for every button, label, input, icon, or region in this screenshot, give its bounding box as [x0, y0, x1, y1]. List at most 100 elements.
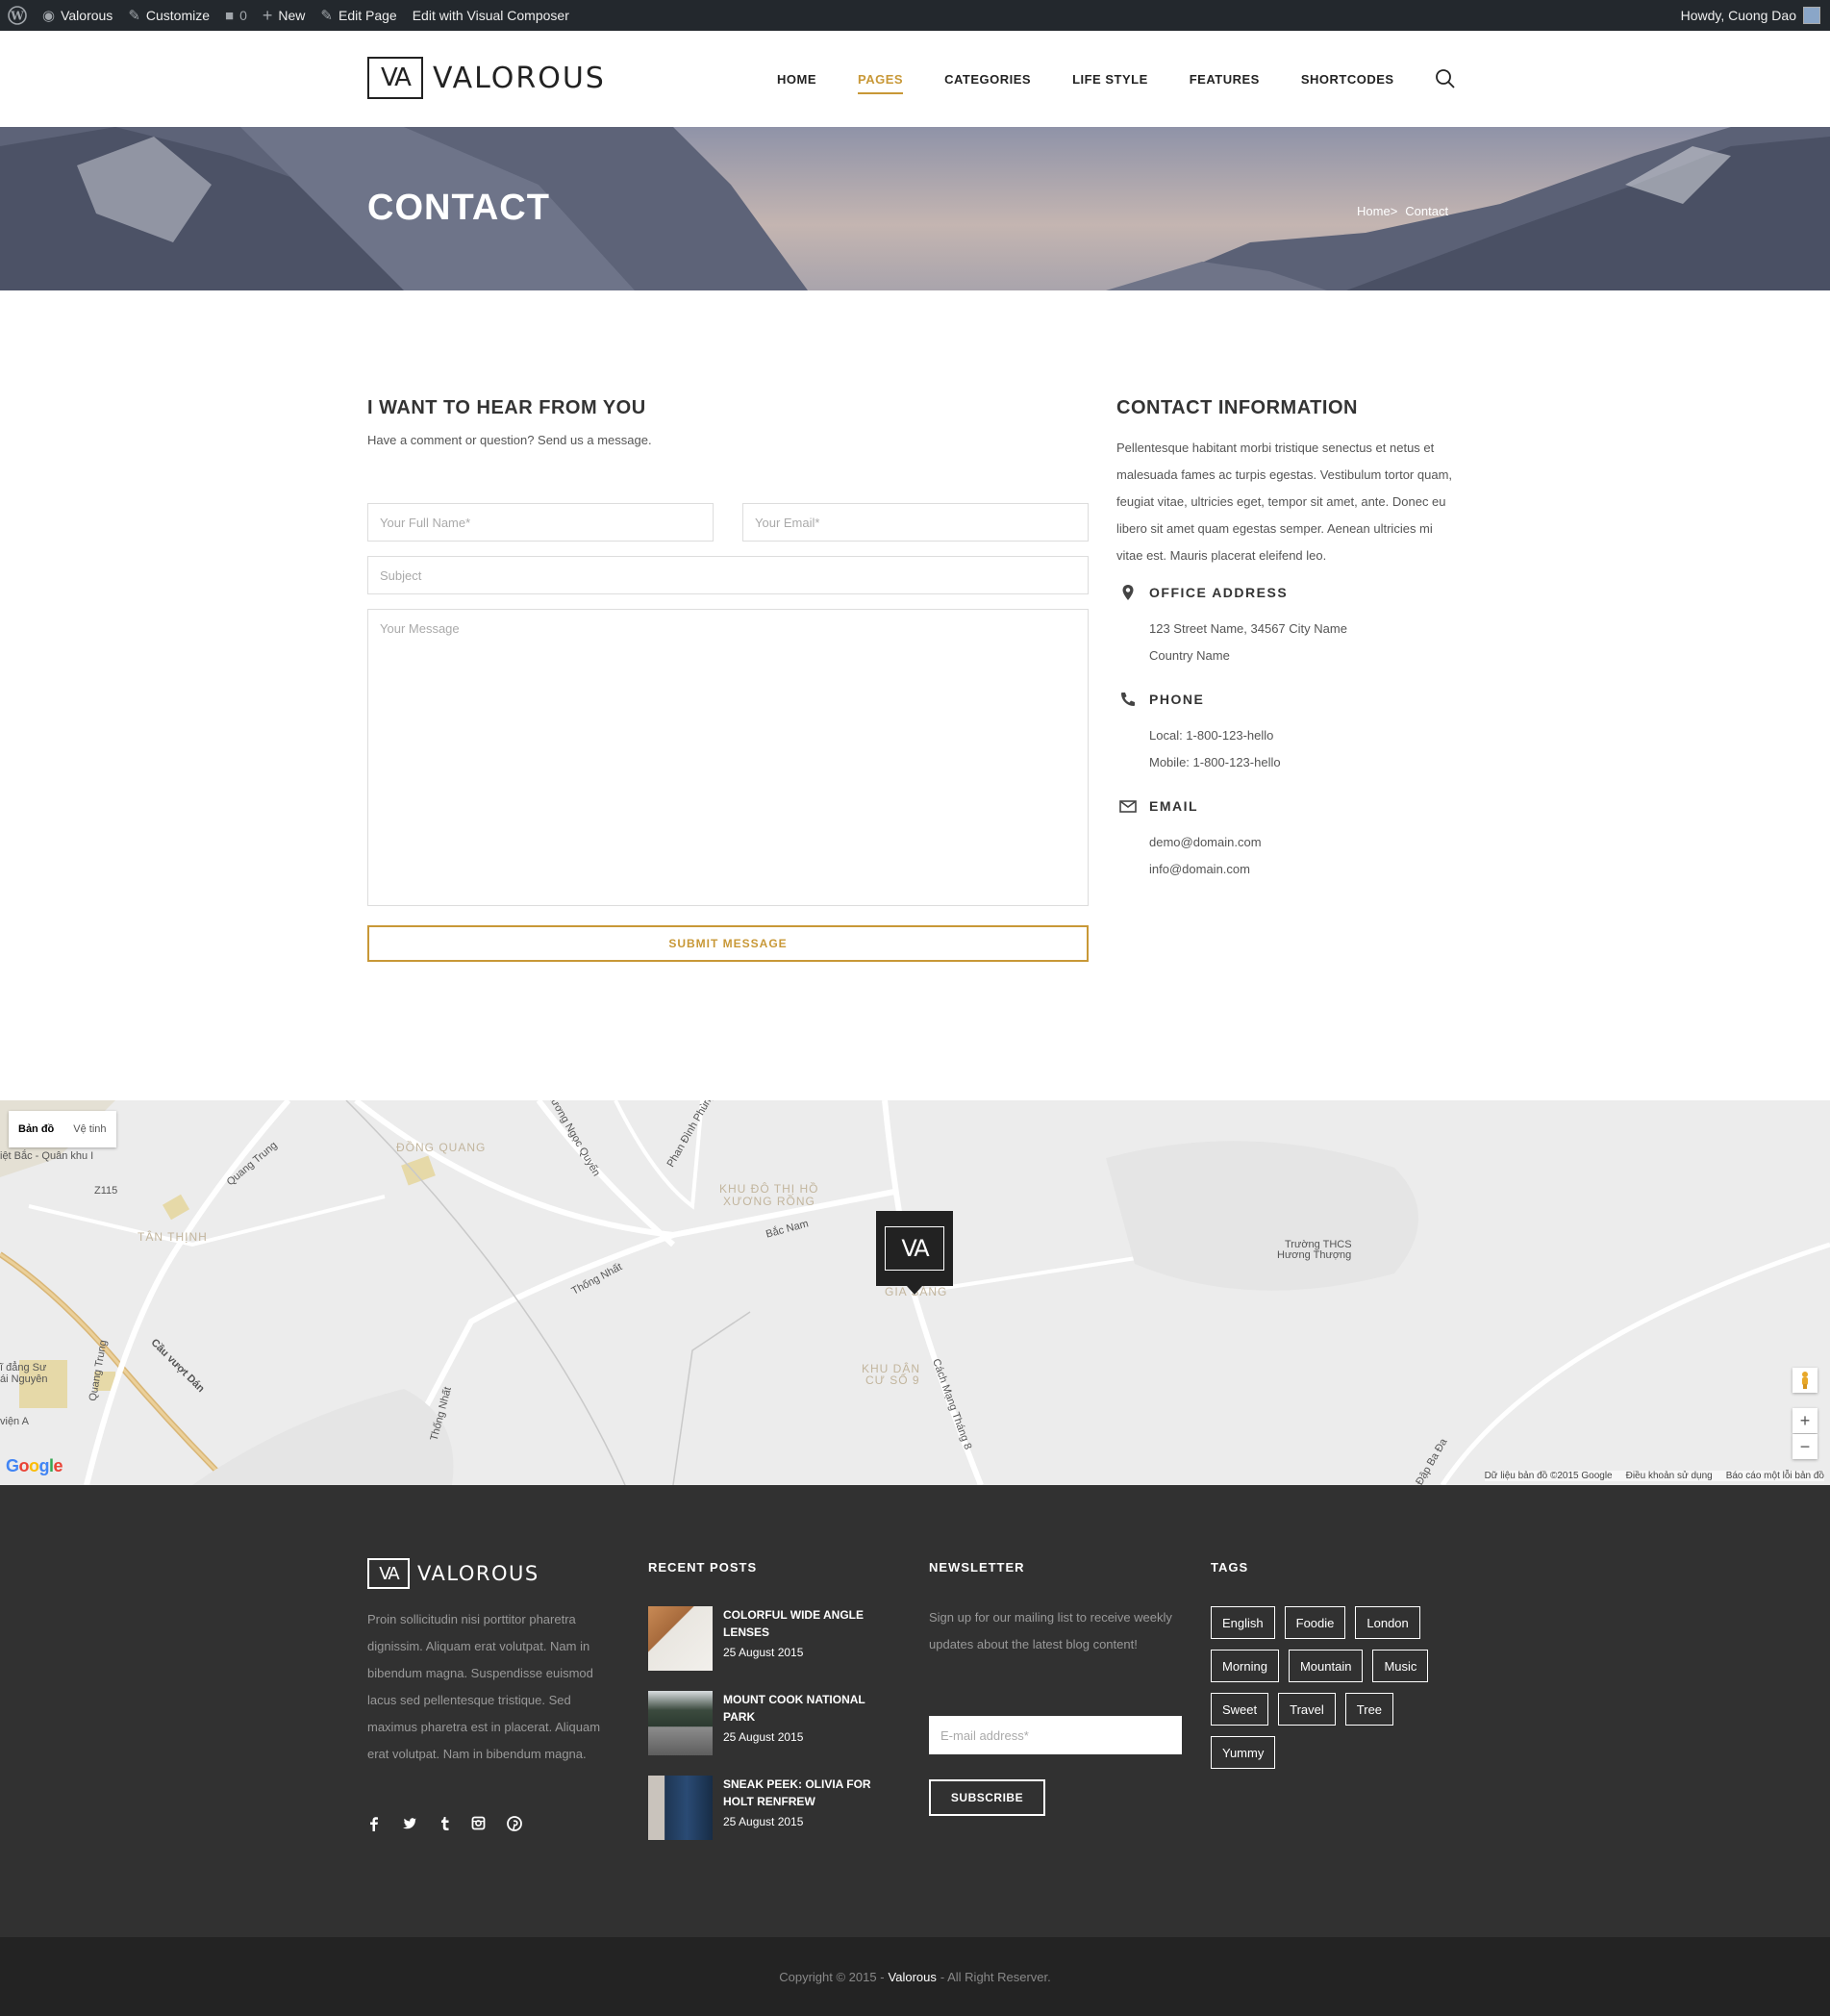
phone-line: Mobile: 1-800-123-hello — [1149, 755, 1281, 769]
map-label: viện A — [0, 1416, 29, 1427]
logo-text: VALOROUS — [433, 61, 606, 95]
search-icon[interactable] — [1433, 66, 1458, 91]
email-heading: EMAIL — [1149, 798, 1199, 814]
map-pin-icon — [1118, 583, 1138, 602]
main-nav: HOME PAGES CATEGORIES LIFE STYLE FEATURE… — [777, 31, 1436, 127]
recent-posts-title: RECENT POSTS — [648, 1560, 758, 1575]
logo-mark: VA — [367, 57, 423, 99]
tag-travel[interactable]: Travel — [1278, 1693, 1336, 1726]
email-link[interactable]: demo@domain.com — [1149, 835, 1262, 849]
office-address-line: Country Name — [1149, 648, 1230, 663]
pinterest-icon[interactable] — [507, 1816, 522, 1831]
svg-text:W: W — [10, 10, 24, 23]
newsletter-text: Sign up for our mailing list to receive … — [929, 1610, 1172, 1651]
submit-message-button[interactable]: SUBMIT MESSAGE — [367, 925, 1089, 962]
wordpress-logo-icon[interactable]: W — [0, 0, 35, 31]
admin-howdy: Howdy, Cuong Dao — [1680, 8, 1796, 23]
admin-edit-page-link[interactable]: ✎ Edit Page — [313, 0, 404, 31]
nav-item-home[interactable]: HOME — [777, 66, 816, 92]
breadcrumb-home[interactable]: Home — [1357, 204, 1391, 218]
site-logo[interactable]: VA VALOROUS — [367, 57, 606, 99]
breadcrumb: Home > Contact — [1357, 204, 1456, 218]
page-title: CONTACT — [367, 188, 550, 228]
map-label: ái Nguyên — [0, 1373, 48, 1385]
tag-london[interactable]: London — [1355, 1606, 1420, 1639]
page-hero: CONTACT Home > Contact — [0, 127, 1830, 290]
footer-logo-text: VALOROUS — [417, 1562, 539, 1585]
post-date: 25 August 2015 — [723, 1646, 804, 1659]
post-date: 25 August 2015 — [723, 1815, 804, 1828]
tag-yummy[interactable]: Yummy — [1211, 1736, 1276, 1769]
post-thumbnail — [648, 1776, 713, 1840]
email-field[interactable] — [742, 503, 1089, 542]
form-title: I WANT TO HEAR FROM YOU — [367, 397, 646, 418]
map-label: iệt Bắc - Quân khu I — [0, 1150, 94, 1162]
recent-post-item[interactable]: COLORFUL WIDE ANGLE LENSES 25 August 201… — [648, 1606, 887, 1671]
map-attribution: Dữ liệu bản đồ ©2015 Google Điều khoản s… — [1484, 1471, 1824, 1481]
site-footer: VA VALOROUS Proin sollicitudin nisi port… — [0, 1485, 1830, 1937]
tag-tree[interactable]: Tree — [1344, 1693, 1394, 1726]
nav-item-life-style[interactable]: LIFE STYLE — [1072, 66, 1148, 92]
nav-item-categories[interactable]: CATEGORIES — [944, 66, 1031, 92]
admin-visual-composer-link[interactable]: Edit with Visual Composer — [405, 0, 577, 31]
post-thumbnail — [648, 1691, 713, 1755]
message-textarea[interactable] — [367, 609, 1089, 906]
post-thumbnail — [648, 1606, 713, 1671]
breadcrumb-separator: > — [1390, 204, 1398, 218]
map-marker[interactable]: VA — [876, 1211, 953, 1295]
map-type-toggle: Bản đồ Vệ tinh — [9, 1111, 116, 1147]
admin-site-label: Valorous — [61, 8, 113, 23]
subject-field[interactable] — [367, 556, 1089, 594]
map-data-credit: Dữ liệu bản đồ ©2015 Google — [1484, 1471, 1613, 1481]
copyright-brand-link[interactable]: Valorous — [889, 1970, 937, 1984]
map-label: Hương Thượng — [1277, 1249, 1352, 1261]
tag-foodie[interactable]: Foodie — [1284, 1606, 1346, 1639]
admin-new-link[interactable]: + New — [255, 0, 313, 31]
map-area-label: TÂN THỊNH — [138, 1230, 208, 1244]
mountain-background — [0, 127, 1830, 290]
newsletter-title: NEWSLETTER — [929, 1560, 1025, 1575]
footer-logo[interactable]: VA VALOROUS — [367, 1558, 539, 1589]
street-view-pegman-icon[interactable] — [1792, 1368, 1817, 1393]
admin-customize-link[interactable]: ✎ Customize — [120, 0, 217, 31]
admin-account-menu[interactable]: Howdy, Cuong Dao — [1681, 7, 1830, 24]
map-view-button[interactable]: Bản đồ — [9, 1111, 63, 1147]
google-map[interactable]: Bản đồ Vệ tinh iệt Bắc - Quân khu I Z115… — [0, 1100, 1830, 1485]
map-report-link[interactable]: Báo cáo một lỗi bản đồ — [1726, 1471, 1824, 1481]
twitter-icon[interactable] — [402, 1816, 417, 1831]
tag-english[interactable]: English — [1211, 1606, 1275, 1639]
facebook-icon[interactable] — [367, 1816, 381, 1831]
zoom-in-button[interactable]: + — [1792, 1408, 1817, 1433]
phone-heading: PHONE — [1149, 692, 1205, 707]
copyright-suffix: - All Right Reserver. — [940, 1969, 1051, 1984]
tumblr-icon[interactable] — [439, 1816, 450, 1831]
admin-new-label: New — [278, 8, 306, 23]
dashboard-icon: ◉ — [42, 8, 56, 24]
admin-site-link[interactable]: ◉ Valorous — [35, 0, 120, 31]
office-address-line: 123 Street Name, 34567 City Name — [1149, 621, 1347, 636]
post-title: SNEAK PEEK: OLIVIA FOR HOLT RENFREW — [723, 1777, 871, 1808]
recent-post-item[interactable]: SNEAK PEEK: OLIVIA FOR HOLT RENFREW 25 A… — [648, 1776, 887, 1840]
copyright-prefix: Copyright © 2015 - — [779, 1969, 885, 1984]
map-terms-link[interactable]: Điều khoản sử dụng — [1626, 1471, 1713, 1481]
email-link[interactable]: info@domain.com — [1149, 862, 1250, 876]
plus-icon: + — [262, 5, 273, 25]
nav-item-shortcodes[interactable]: SHORTCODES — [1301, 66, 1394, 92]
admin-comments-link[interactable]: ■ 0 — [217, 0, 255, 31]
satellite-view-button[interactable]: Vệ tinh — [63, 1111, 115, 1147]
site-header: VA VALOROUS HOME PAGES CATEGORIES LIFE S… — [0, 31, 1830, 127]
newsletter-email-field[interactable] — [929, 1716, 1182, 1754]
subscribe-button[interactable]: SUBSCRIBE — [929, 1779, 1045, 1816]
instagram-icon[interactable] — [471, 1816, 486, 1831]
tag-music[interactable]: Music — [1372, 1650, 1429, 1682]
tag-morning[interactable]: Morning — [1211, 1650, 1279, 1682]
recent-post-item[interactable]: MOUNT COOK NATIONAL PARK 25 August 2015 — [648, 1691, 887, 1755]
map-area-label: XƯƠNG RỒNG — [723, 1195, 815, 1208]
full-name-field[interactable] — [367, 503, 714, 542]
nav-item-features[interactable]: FEATURES — [1190, 66, 1260, 92]
tag-mountain[interactable]: Mountain — [1288, 1650, 1364, 1682]
contact-info-text: Pellentesque habitant morbi tristique se… — [1116, 441, 1453, 563]
nav-item-pages[interactable]: PAGES — [858, 66, 904, 94]
tag-sweet[interactable]: Sweet — [1211, 1693, 1269, 1726]
zoom-out-button[interactable]: − — [1792, 1434, 1817, 1459]
